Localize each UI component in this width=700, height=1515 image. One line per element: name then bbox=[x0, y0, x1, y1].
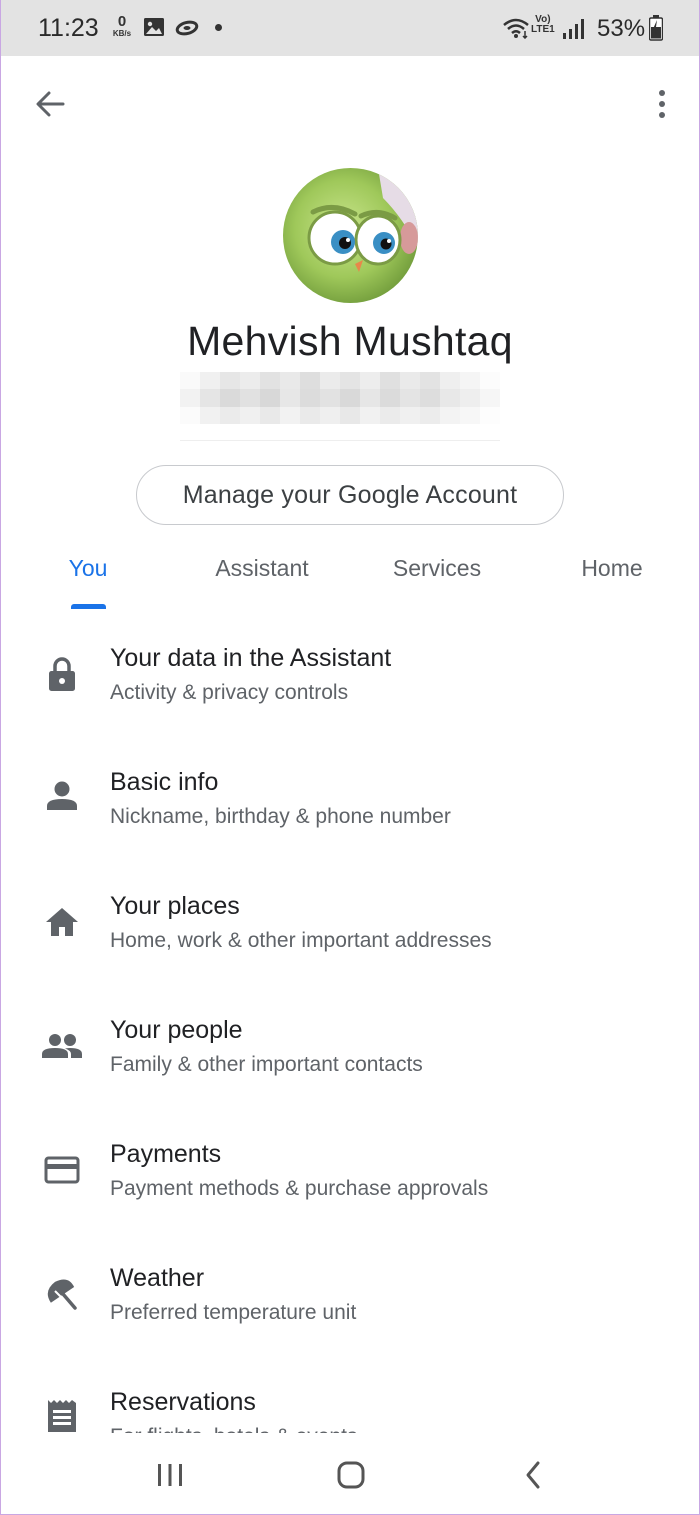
recent-apps-icon bbox=[158, 1464, 182, 1486]
list-item-payments[interactable]: Payments Payment methods & purchase appr… bbox=[0, 1126, 700, 1250]
tab-assistant[interactable]: Assistant bbox=[197, 555, 327, 582]
people-icon bbox=[40, 1024, 84, 1068]
lte-label: LTE1 bbox=[531, 24, 555, 35]
tab-you[interactable]: You bbox=[48, 555, 128, 582]
profile-divider bbox=[180, 440, 500, 441]
manage-google-account-button[interactable]: Manage your Google Account bbox=[136, 465, 564, 525]
system-navigation-bar bbox=[0, 1433, 700, 1515]
status-time: 11:23 bbox=[38, 14, 99, 42]
list-item-your-data[interactable]: Your data in the Assistant Activity & pr… bbox=[0, 630, 700, 754]
list-item-reservations[interactable]: Reservations For flights, hotels & event… bbox=[0, 1380, 700, 1433]
list-item-subtitle: For flights, hotels & events bbox=[110, 1425, 357, 1433]
network-speed-indicator: 0 KB/s bbox=[108, 14, 136, 38]
list-item-subtitle: Home, work & other important addresses bbox=[110, 929, 492, 952]
more-options-button[interactable] bbox=[650, 86, 674, 122]
active-tab-indicator bbox=[71, 604, 106, 609]
volte-indicator: Vo) LTE1 bbox=[531, 15, 555, 35]
arrow-back-icon bbox=[36, 91, 65, 117]
umbrella-icon bbox=[40, 1272, 84, 1316]
credit-card-icon bbox=[40, 1148, 84, 1192]
list-item-subtitle: Preferred temperature unit bbox=[110, 1301, 357, 1324]
avatar[interactable] bbox=[283, 168, 418, 303]
avatar-image bbox=[283, 168, 418, 303]
network-speed-unit: KB/s bbox=[112, 29, 132, 38]
signal-strength-icon bbox=[562, 18, 584, 45]
home-nav-button[interactable] bbox=[326, 1455, 376, 1495]
list-item-title: Reservations bbox=[110, 1388, 256, 1416]
lock-icon bbox=[40, 652, 84, 696]
gallery-notification-icon bbox=[143, 16, 165, 43]
more-notifications-dot-icon bbox=[215, 24, 222, 31]
list-item-subtitle: Activity & privacy controls bbox=[110, 681, 349, 704]
list-clip: Reservations For flights, hotels & event… bbox=[0, 1380, 700, 1433]
list-item-title: Payments bbox=[110, 1140, 222, 1168]
list-item-title: Weather bbox=[110, 1264, 205, 1292]
person-icon bbox=[40, 774, 84, 818]
more-vert-icon bbox=[659, 90, 665, 96]
list-item-basic-info[interactable]: Basic info Nickname, birthday & phone nu… bbox=[0, 754, 700, 878]
profile-name: Mehvish Mushtaq bbox=[187, 318, 513, 364]
list-item-subtitle: Payment methods & purchase approvals bbox=[110, 1177, 489, 1200]
home-circle-icon bbox=[337, 1461, 365, 1489]
back-button[interactable] bbox=[30, 86, 70, 122]
network-speed-value: 0 bbox=[117, 13, 127, 30]
tab-home[interactable]: Home bbox=[562, 555, 662, 582]
list-item-weather[interactable]: Weather Preferred temperature unit bbox=[0, 1250, 700, 1374]
list-item-subtitle: Nickname, birthday & phone number bbox=[110, 805, 451, 828]
list-item-title: Your places bbox=[110, 892, 240, 920]
chevron-left-icon bbox=[526, 1461, 540, 1489]
battery-charging-icon bbox=[648, 15, 664, 46]
back-nav-button[interactable] bbox=[508, 1455, 558, 1495]
redacted-email bbox=[180, 372, 500, 424]
recent-apps-button[interactable] bbox=[145, 1455, 195, 1495]
list-item-your-people[interactable]: Your people Family & other important con… bbox=[0, 1002, 700, 1126]
list-item-subtitle: Family & other important contacts bbox=[110, 1053, 423, 1076]
list-item-title: Basic info bbox=[110, 768, 219, 796]
list-item-title: Your data in the Assistant bbox=[110, 644, 392, 672]
status-bar: 11:23 0 KB/s Vo) LTE1 53% bbox=[0, 0, 700, 56]
receipt-icon bbox=[40, 1394, 84, 1433]
list-item-your-places[interactable]: Your places Home, work & other important… bbox=[0, 878, 700, 1002]
tab-services[interactable]: Services bbox=[372, 555, 502, 582]
home-icon bbox=[40, 900, 84, 944]
battery-percent: 53% bbox=[597, 15, 646, 42]
list-item-title: Your people bbox=[110, 1016, 243, 1044]
sync-notification-icon bbox=[175, 20, 199, 41]
wifi-icon bbox=[502, 17, 530, 44]
